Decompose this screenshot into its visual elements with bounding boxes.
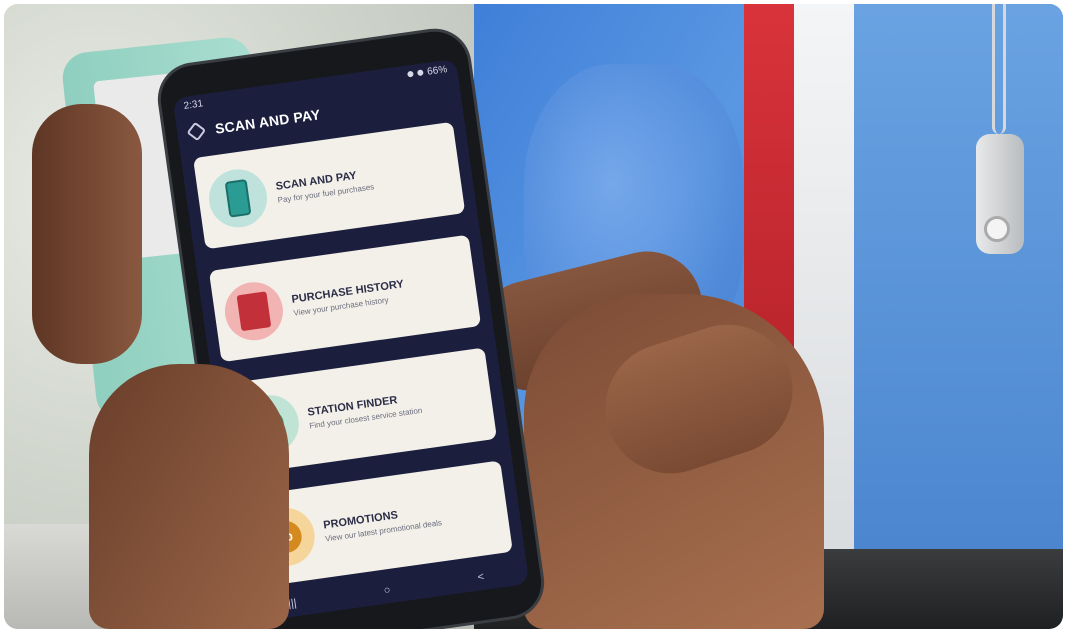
- jacket-right-panel: [854, 4, 1063, 549]
- status-icons: 66%: [407, 64, 448, 80]
- back-button[interactable]: <: [477, 571, 485, 584]
- app-title: SCAN AND PAY: [214, 106, 322, 137]
- signal-icon: [407, 70, 414, 78]
- wifi-icon: [416, 69, 424, 77]
- lanyard: [992, 4, 1006, 134]
- app-logo-icon: [186, 121, 207, 142]
- menu-text: SCAN AND PAY Pay for your fuel purchases: [275, 167, 375, 205]
- status-time: 2:31: [182, 97, 204, 112]
- keychain-ring: [984, 216, 1010, 242]
- battery-level: 66%: [426, 63, 448, 78]
- menu-text: PURCHASE HISTORY View your purchase hist…: [291, 278, 406, 318]
- customer-left-hand: [89, 364, 289, 629]
- photo: 2:31 66% SCAN AND PAY SCAN AND PAY Pay f…: [4, 4, 1063, 629]
- home-button[interactable]: ○: [383, 584, 391, 597]
- menu-text: PROMOTIONS View our latest promotional d…: [323, 503, 443, 543]
- phone-scan-icon: [205, 165, 271, 232]
- attendant-fingers: [32, 104, 142, 364]
- receipt-icon: [221, 278, 287, 344]
- menu-text: STATION FINDER Find your closest service…: [307, 391, 423, 430]
- menu-item-purchase-history[interactable]: PURCHASE HISTORY View your purchase hist…: [208, 234, 482, 363]
